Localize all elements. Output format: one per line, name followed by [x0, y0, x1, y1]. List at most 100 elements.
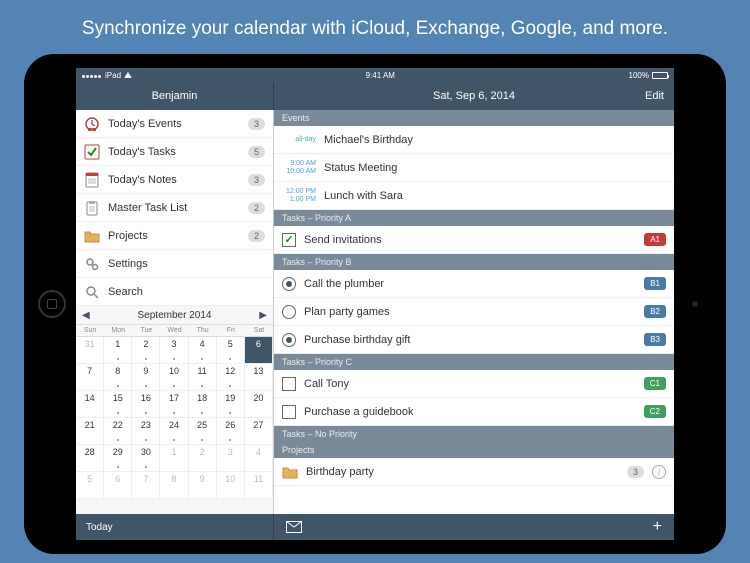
- add-button[interactable]: +: [653, 518, 662, 536]
- nav-right-title: Sat, Sep 6, 2014: [433, 90, 515, 102]
- calendar-day[interactable]: 23: [132, 418, 160, 444]
- info-icon[interactable]: i: [652, 465, 666, 479]
- calendar-day[interactable]: 3: [217, 445, 245, 471]
- battery-pct: 100%: [629, 71, 649, 80]
- calendar-day[interactable]: 20: [245, 391, 273, 417]
- task-title: Plan party games: [304, 306, 636, 318]
- gears-icon: [84, 256, 100, 272]
- checkbox-icon[interactable]: [282, 405, 296, 419]
- calendar-day[interactable]: 5: [217, 337, 245, 363]
- calendar-day[interactable]: 4: [245, 445, 273, 471]
- calendar-day[interactable]: 1: [104, 337, 132, 363]
- calendar-day[interactable]: 11: [245, 472, 273, 498]
- calendar-day[interactable]: 3: [160, 337, 188, 363]
- checkbox-icon[interactable]: [282, 377, 296, 391]
- calendar-day[interactable]: 10: [217, 472, 245, 498]
- count-badge: 3: [248, 174, 265, 186]
- priority-badge: C2: [644, 405, 666, 418]
- count-badge: 2: [248, 230, 265, 242]
- calendar-day[interactable]: 10: [160, 364, 188, 390]
- calendar-day[interactable]: 4: [189, 337, 217, 363]
- task-row[interactable]: Call TonyC1: [274, 370, 674, 398]
- calendar-day[interactable]: 16: [132, 391, 160, 417]
- calendar-day[interactable]: 5: [76, 472, 104, 498]
- sidebar-item-clock[interactable]: 6 Today's Events 3: [76, 110, 273, 138]
- calendar-day[interactable]: 6: [104, 472, 132, 498]
- project-title: Birthday party: [306, 466, 619, 478]
- checkbox-icon[interactable]: [282, 333, 296, 347]
- task-row[interactable]: Send invitationsA1: [274, 226, 674, 254]
- main-panel: Eventsall-dayMichael's Birthday9:00 AM10…: [274, 110, 674, 514]
- calendar-day[interactable]: 15: [104, 391, 132, 417]
- calendar-day[interactable]: 31: [76, 337, 104, 363]
- calendar-day[interactable]: 12: [217, 364, 245, 390]
- priority-badge: B3: [644, 333, 666, 346]
- calendar-day[interactable]: 22: [104, 418, 132, 444]
- calendar-day[interactable]: 9: [189, 472, 217, 498]
- event-row[interactable]: all-dayMichael's Birthday: [274, 126, 674, 154]
- event-title: Michael's Birthday: [324, 134, 666, 146]
- event-row[interactable]: 12:00 PM1:00 PMLunch with Sara: [274, 182, 674, 210]
- tasks-b-header: Tasks – Priority B: [274, 254, 674, 270]
- calendar-day[interactable]: 7: [76, 364, 104, 390]
- home-button[interactable]: [38, 290, 66, 318]
- calendar-day[interactable]: 8: [160, 472, 188, 498]
- calendar-day[interactable]: 28: [76, 445, 104, 471]
- calendar-day[interactable]: 7: [132, 472, 160, 498]
- calendar-day[interactable]: 17: [160, 391, 188, 417]
- calendar-day[interactable]: 29: [104, 445, 132, 471]
- sidebar-item-gears[interactable]: Settings: [76, 250, 273, 278]
- calendar-day[interactable]: 2: [132, 337, 160, 363]
- project-row[interactable]: Birthday party3i: [274, 458, 674, 486]
- calendar-day[interactable]: 30: [132, 445, 160, 471]
- folder-icon: [282, 464, 298, 480]
- checkbox-icon[interactable]: [282, 233, 296, 247]
- battery-icon: [652, 72, 668, 79]
- event-time: 9:00 AM10:00 AM: [282, 160, 316, 175]
- calendar-day[interactable]: 8: [104, 364, 132, 390]
- calendar-day[interactable]: 24: [160, 418, 188, 444]
- clock-label: 9:41 AM: [366, 71, 395, 80]
- calendar-day[interactable]: 25: [189, 418, 217, 444]
- task-row[interactable]: Purchase birthday giftB3: [274, 326, 674, 354]
- calendar-day[interactable]: 18: [189, 391, 217, 417]
- dow-label: Mon: [104, 325, 132, 336]
- calendar-day[interactable]: 19: [217, 391, 245, 417]
- carrier-label: iPad: [105, 71, 121, 80]
- tagline: Synchronize your calendar with iCloud, E…: [0, 0, 750, 54]
- calendar-day[interactable]: 2: [189, 445, 217, 471]
- prev-month-button[interactable]: ◀: [82, 310, 90, 321]
- sidebar-item-label: Settings: [108, 258, 265, 270]
- mail-icon[interactable]: [286, 521, 302, 533]
- sidebar-item-folder[interactable]: Projects 2: [76, 222, 273, 250]
- dow-label: Tue: [132, 325, 160, 336]
- calendar-day[interactable]: 1: [160, 445, 188, 471]
- task-row[interactable]: Call the plumberB1: [274, 270, 674, 298]
- task-row[interactable]: Plan party gamesB2: [274, 298, 674, 326]
- calendar-day[interactable]: 26: [217, 418, 245, 444]
- calendar-day[interactable]: 9: [132, 364, 160, 390]
- calendar-title: September 2014: [138, 310, 212, 321]
- today-button[interactable]: Today: [86, 522, 113, 533]
- calendar-day[interactable]: 21: [76, 418, 104, 444]
- sidebar-item-clipboard[interactable]: Master Task List 2: [76, 194, 273, 222]
- sidebar-item-search[interactable]: Search: [76, 278, 273, 306]
- edit-button[interactable]: Edit: [645, 90, 664, 102]
- calendar-day[interactable]: 14: [76, 391, 104, 417]
- sidebar-item-note[interactable]: Today's Notes 3: [76, 166, 273, 194]
- checkbox-icon[interactable]: [282, 305, 296, 319]
- next-month-button[interactable]: ▶: [259, 310, 267, 321]
- calendar-day[interactable]: 13: [245, 364, 273, 390]
- event-row[interactable]: 9:00 AM10:00 AMStatus Meeting: [274, 154, 674, 182]
- calendar-day[interactable]: 27: [245, 418, 273, 444]
- folder-icon: [84, 228, 100, 244]
- sidebar-item-label: Search: [108, 286, 265, 298]
- checkbox-icon[interactable]: [282, 277, 296, 291]
- calendar-day[interactable]: 11: [189, 364, 217, 390]
- calendar-day[interactable]: 6: [245, 337, 273, 363]
- priority-badge: B1: [644, 277, 666, 290]
- sidebar-item-check[interactable]: Today's Tasks 5: [76, 138, 273, 166]
- projects-header: Projects: [274, 442, 674, 458]
- events-header: Events: [274, 110, 674, 126]
- task-row[interactable]: Purchase a guidebookC2: [274, 398, 674, 426]
